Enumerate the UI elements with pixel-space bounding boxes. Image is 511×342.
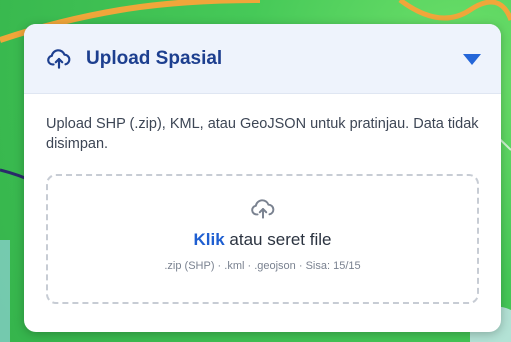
panel-header-toggle[interactable]: Upload Spasial [24, 24, 501, 94]
click-upload-link[interactable]: Klik [194, 230, 225, 249]
cloud-upload-icon [250, 196, 276, 222]
cloud-upload-icon [46, 46, 72, 72]
upload-description: Upload SHP (.zip), KML, atau GeoJSON unt… [46, 116, 479, 152]
caret-down-icon[interactable] [461, 51, 483, 67]
panel-title: Upload Spasial [86, 47, 223, 69]
panel-body: Upload SHP (.zip), KML, atau GeoJSON unt… [24, 94, 501, 304]
dropzone-label: Klik atau seret file [194, 230, 332, 250]
file-types-hint: .zip (SHP) · .kml · .geojson · Sisa: 15/… [164, 260, 361, 272]
upload-panel: Upload Spasial Upload SHP (.zip), KML, a… [24, 24, 501, 332]
drag-file-text: atau seret file [224, 230, 332, 249]
file-dropzone[interactable]: Klik atau seret file .zip (SHP) · .kml ·… [46, 174, 479, 304]
